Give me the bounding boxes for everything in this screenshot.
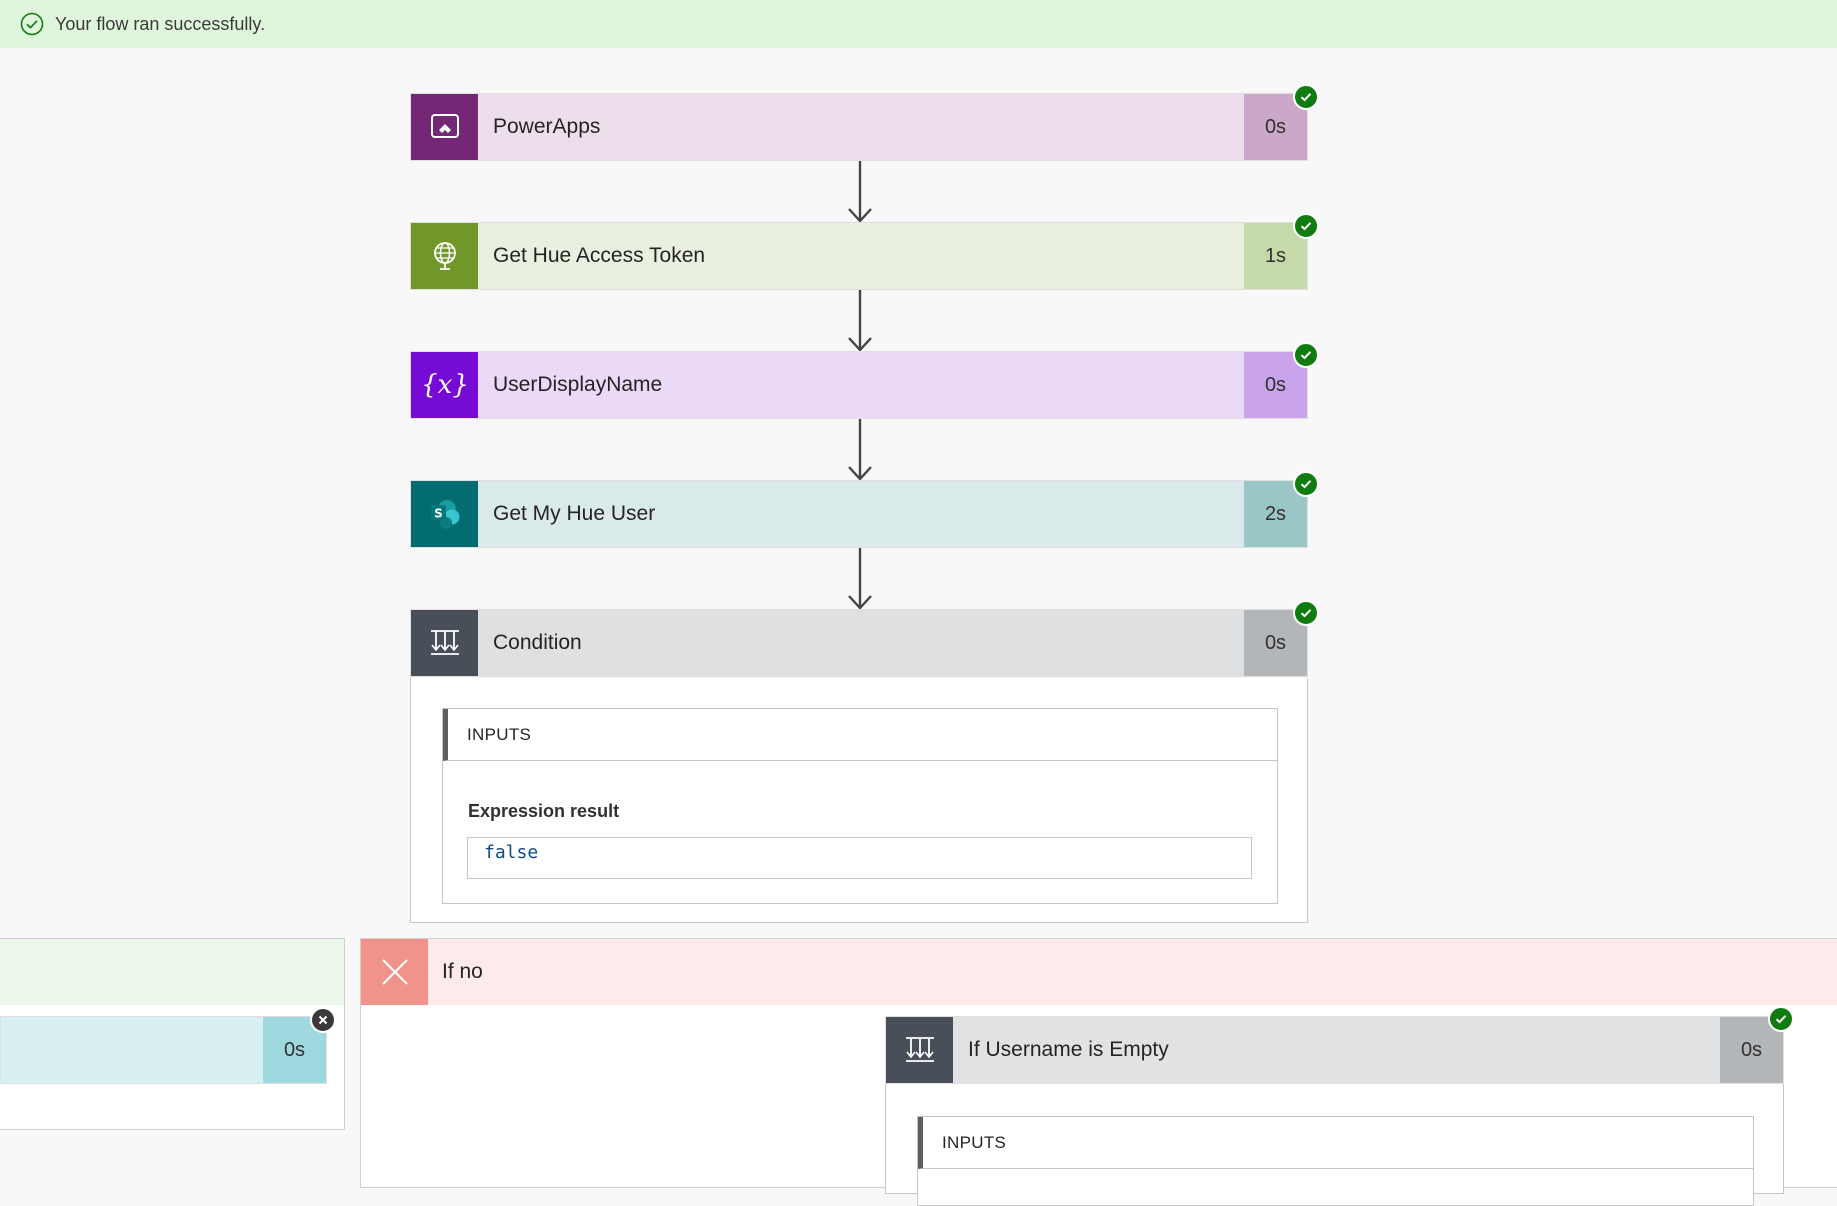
sharepoint-icon: S (411, 481, 478, 547)
success-check-icon (1293, 471, 1319, 497)
if-no-label: If no (442, 960, 483, 983)
banner-message: Your flow ran successfully. (55, 13, 266, 34)
flow-arrow (848, 419, 872, 481)
step-card-userdisplayname[interactable]: {x} UserDisplayName 0s (410, 351, 1308, 419)
step-title: Condition (493, 631, 582, 654)
powerapps-icon (411, 94, 478, 160)
flow-arrow (848, 290, 872, 352)
success-check-icon (1293, 342, 1319, 368)
inputs-panel: INPUTS Expression result false (442, 708, 1278, 904)
step-title: Get Hue Access Token (493, 244, 706, 267)
success-check-icon (20, 12, 44, 36)
success-check-icon (1293, 213, 1319, 239)
svg-text:{x}: {x} (422, 370, 468, 400)
step-card-powerapps[interactable]: PowerApps 0s (410, 93, 1308, 161)
step-title: If Username is Empty (968, 1038, 1169, 1061)
variable-icon: {x} (411, 352, 478, 418)
condition-icon (411, 610, 478, 676)
inputs-panel: INPUTS (917, 1116, 1754, 1206)
inputs-header[interactable]: INPUTS (443, 709, 1277, 761)
condition-icon (886, 1017, 953, 1083)
step-card-if-yes-action[interactable]: 0s (0, 1016, 327, 1084)
step-title: Get My Hue User (493, 502, 656, 525)
condition-details: INPUTS Expression result false (410, 678, 1308, 923)
step-title: UserDisplayName (493, 373, 663, 396)
flow-arrow (848, 161, 872, 223)
svg-text:S: S (434, 507, 443, 521)
step-title: PowerApps (493, 115, 601, 138)
step-card-get-my-hue-user[interactable]: S Get My Hue User 2s (410, 480, 1308, 548)
success-check-icon (1293, 84, 1319, 110)
skipped-x-icon (310, 1007, 336, 1033)
expression-result-value: false (467, 837, 1252, 879)
flow-arrow (848, 548, 872, 610)
step-card-get-hue-access-token[interactable]: Get Hue Access Token 1s (410, 222, 1308, 290)
http-globe-icon (411, 223, 478, 289)
expression-result-label: Expression result (468, 801, 620, 821)
success-check-icon (1293, 600, 1319, 626)
success-banner: Your flow ran successfully. (0, 0, 1837, 48)
step-card-if-username-is-empty[interactable]: If Username is Empty 0s (885, 1016, 1784, 1084)
if-yes-header[interactable] (0, 939, 344, 1005)
close-x-icon (361, 939, 428, 1005)
if-no-header[interactable]: If no (361, 939, 1837, 1005)
if-username-is-empty-details: INPUTS (885, 1084, 1784, 1206)
inputs-header[interactable]: INPUTS (918, 1117, 1753, 1169)
step-card-condition[interactable]: Condition 0s (410, 609, 1308, 677)
success-check-icon (1768, 1006, 1794, 1032)
